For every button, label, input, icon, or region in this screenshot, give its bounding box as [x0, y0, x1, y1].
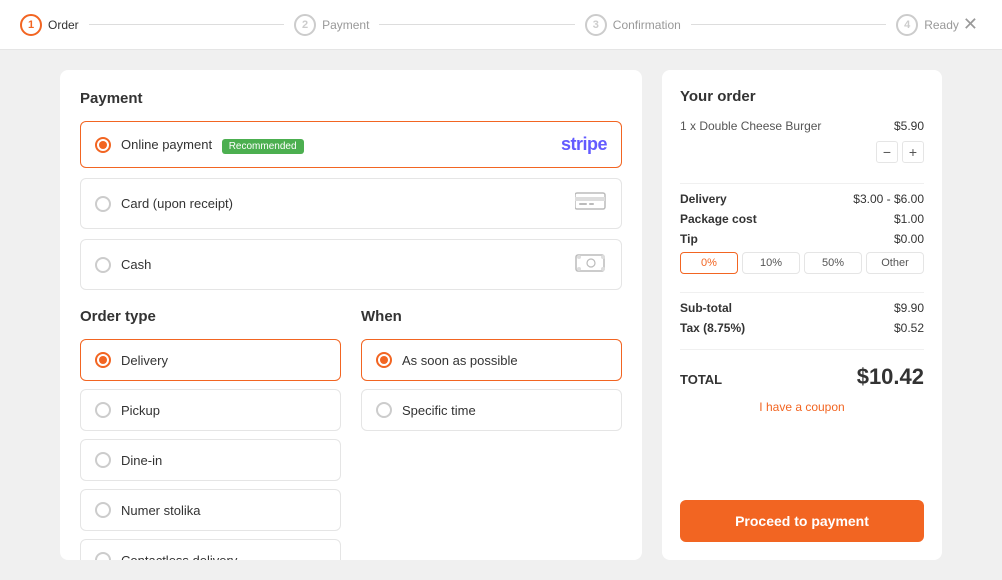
order-option-pickup[interactable]: Pickup [80, 389, 341, 431]
payment-option-card[interactable]: Card (upon receipt) [80, 178, 622, 229]
when-title: When [361, 308, 622, 325]
radio-asap [376, 352, 392, 368]
tax-label: Tax (8.75%) [680, 321, 745, 335]
progress-bar: 1 Order 2 Payment 3 Confirmation 4 Ready… [0, 0, 1002, 50]
proceed-button[interactable]: Proceed to payment [680, 500, 924, 542]
step-line-2 [379, 24, 574, 25]
step-circle-confirmation: 3 [585, 14, 607, 36]
qty-plus-button[interactable]: + [902, 141, 924, 163]
main-content: Payment Online payment Recommended strip… [0, 50, 1002, 580]
step-circle-ready: 4 [896, 14, 918, 36]
asap-label: As soon as possible [402, 353, 518, 368]
radio-specific [376, 402, 392, 418]
package-cost-label: Package cost [680, 212, 757, 226]
divider-1 [680, 183, 924, 184]
step-line-3 [691, 24, 886, 25]
step-label-confirmation: Confirmation [613, 18, 681, 32]
recommended-badge: Recommended [222, 139, 304, 154]
tip-buttons: 0% 10% 50% Other [680, 252, 924, 274]
your-order-title: Your order [680, 88, 924, 105]
pickup-label: Pickup [121, 403, 160, 418]
divider-3 [680, 349, 924, 350]
delivery-value: $3.00 - $6.00 [853, 192, 924, 206]
dine-in-label: Dine-in [121, 453, 162, 468]
qty-controls: − + [680, 141, 924, 163]
subtotal-value: $9.90 [894, 301, 924, 315]
order-option-contactless[interactable]: Contactless delivery [80, 539, 341, 560]
radio-numer-stolika [95, 502, 111, 518]
step-label-ready: Ready [924, 18, 959, 32]
step-order[interactable]: 1 Order [20, 14, 79, 36]
step-circle-order: 1 [20, 14, 42, 36]
tip-btn-other[interactable]: Other [866, 252, 924, 274]
tax-row: Tax (8.75%) $0.52 [680, 321, 924, 335]
tip-label: Tip [680, 232, 698, 246]
subtotal-label: Sub-total [680, 301, 732, 315]
divider-2 [680, 292, 924, 293]
step-ready[interactable]: 4 Ready [896, 14, 959, 36]
step-confirmation[interactable]: 3 Confirmation [585, 14, 681, 36]
delivery-label: Delivery [121, 353, 168, 368]
delivery-row: Delivery $3.00 - $6.00 [680, 192, 924, 206]
order-option-numer-stolika[interactable]: Numer stolika [80, 489, 341, 531]
qty-minus-button[interactable]: − [876, 141, 898, 163]
coupon-link[interactable]: I have a coupon [680, 400, 924, 414]
subtotal-row: Sub-total $9.90 [680, 301, 924, 315]
package-cost-row: Package cost $1.00 [680, 212, 924, 226]
tax-value: $0.52 [894, 321, 924, 335]
contactless-label: Contactless delivery [121, 553, 237, 561]
step-label-order: Order [48, 18, 79, 32]
order-type-title: Order type [80, 308, 341, 325]
payment-label-online: Online payment Recommended [121, 137, 551, 152]
tip-btn-10[interactable]: 10% [742, 252, 800, 274]
step-label-payment: Payment [322, 18, 369, 32]
total-row: TOTAL $10.42 [680, 364, 924, 390]
left-panel: Payment Online payment Recommended strip… [60, 70, 642, 560]
specific-time-label: Specific time [402, 403, 476, 418]
delivery-label-summary: Delivery [680, 192, 727, 206]
package-cost-value: $1.00 [894, 212, 924, 226]
radio-card [95, 196, 111, 212]
payment-label-cash: Cash [121, 257, 565, 272]
when-option-specific[interactable]: Specific time [361, 389, 622, 431]
order-item-name: 1 x Double Cheese Burger [680, 119, 821, 133]
payment-option-online[interactable]: Online payment Recommended stripe [80, 121, 622, 168]
order-item-row: 1 x Double Cheese Burger $5.90 [680, 119, 924, 133]
right-panel: Your order 1 x Double Cheese Burger $5.9… [662, 70, 942, 560]
close-button[interactable]: ✕ [959, 10, 982, 39]
step-line-1 [89, 24, 284, 25]
radio-cash [95, 257, 111, 273]
radio-contactless [95, 552, 111, 560]
step-payment[interactable]: 2 Payment [294, 14, 369, 36]
radio-online [95, 137, 111, 153]
payment-title: Payment [80, 90, 622, 107]
total-label: TOTAL [680, 372, 722, 387]
stripe-logo: stripe [561, 134, 607, 155]
tip-row: Tip $0.00 [680, 232, 924, 246]
tip-btn-0[interactable]: 0% [680, 252, 738, 274]
progress-steps: 1 Order 2 Payment 3 Confirmation 4 Ready [20, 14, 959, 36]
radio-pickup [95, 402, 111, 418]
step-circle-payment: 2 [294, 14, 316, 36]
cash-icon [575, 252, 607, 277]
when-option-asap[interactable]: As soon as possible [361, 339, 622, 381]
order-option-delivery[interactable]: Delivery [80, 339, 341, 381]
order-type-when: Order type Delivery Pickup Dine-in Numer… [80, 308, 622, 560]
radio-delivery [95, 352, 111, 368]
when-section: When As soon as possible Specific time [361, 308, 622, 560]
payment-option-cash[interactable]: Cash [80, 239, 622, 290]
total-value: $10.42 [857, 364, 924, 390]
tip-value: $0.00 [894, 232, 924, 246]
tip-btn-50[interactable]: 50% [804, 252, 862, 274]
numer-stolika-label: Numer stolika [121, 503, 200, 518]
order-option-dine-in[interactable]: Dine-in [80, 439, 341, 481]
radio-dine-in [95, 452, 111, 468]
payment-label-card: Card (upon receipt) [121, 196, 565, 211]
card-icon [575, 191, 607, 216]
order-type-section: Order type Delivery Pickup Dine-in Numer… [80, 308, 341, 560]
order-item-price: $5.90 [894, 119, 924, 133]
